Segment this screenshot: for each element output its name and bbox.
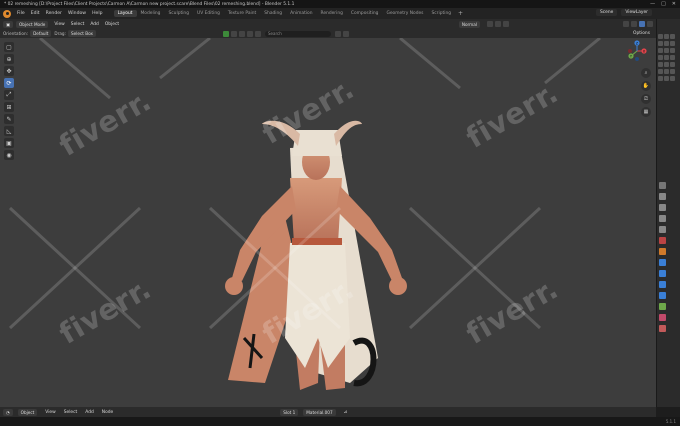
minimize-icon[interactable]: — xyxy=(650,1,655,7)
scene-selector[interactable]: Scene xyxy=(595,9,618,16)
tab-shading[interactable]: Shading xyxy=(260,10,286,17)
menu-window[interactable]: Window xyxy=(65,11,89,16)
search-input[interactable]: Search xyxy=(265,30,332,37)
options-dropdown[interactable]: Options xyxy=(630,30,653,37)
bottom-editor-header: ◔ Object View Select Add Node Slot 1 Mat… xyxy=(0,407,656,417)
view-layer-icon[interactable] xyxy=(659,215,666,222)
pan-hand-icon[interactable]: ✋ xyxy=(641,81,651,91)
viewlayer-selector[interactable]: ViewLayer xyxy=(621,9,652,16)
tab-compositing[interactable]: Compositing xyxy=(347,10,383,17)
close-icon[interactable]: ✕ xyxy=(672,1,676,7)
filter-icons[interactable] xyxy=(223,30,262,37)
world-properties-icon[interactable] xyxy=(659,237,666,244)
tab-texture-paint[interactable]: Texture Paint xyxy=(224,10,260,17)
tab-modeling[interactable]: Modeling xyxy=(137,10,165,17)
physics-properties-icon[interactable] xyxy=(659,281,666,288)
menu-view-bottom[interactable]: View xyxy=(42,409,58,416)
material-dropdown[interactable]: Material.007 xyxy=(303,408,336,416)
orientation-dropdown[interactable]: Default xyxy=(30,30,52,37)
orientation-label: Orientation: xyxy=(3,31,29,36)
snapping-controls[interactable] xyxy=(487,21,509,27)
editor-type-dropdown-bottom[interactable]: ◔ xyxy=(3,408,13,416)
data-properties-icon[interactable] xyxy=(659,303,666,310)
tab-scripting[interactable]: Scripting xyxy=(427,10,455,17)
3d-viewport[interactable]: ▢ ⊕ ✥ ⟳ ⤢ ⊞ ✎ ◺ ▣ ◉ fiverr. fiverr. five… xyxy=(0,38,656,407)
editor-type-dropdown[interactable]: ▣ xyxy=(3,20,13,28)
render-properties-icon[interactable] xyxy=(659,193,666,200)
menu-object[interactable]: Object xyxy=(102,21,122,28)
tab-layout[interactable]: Layout xyxy=(113,10,137,17)
viewport-nav-buttons: ⌕ ✋ ⎚ ▦ xyxy=(641,68,651,117)
tab-animation[interactable]: Animation xyxy=(286,10,316,17)
menu-help[interactable]: Help xyxy=(89,11,105,16)
window-titlebar: * 02 remeshing [D:\Project Files\Client … xyxy=(0,0,680,8)
menu-view[interactable]: View xyxy=(51,21,67,28)
object-type-dropdown[interactable]: Object xyxy=(17,408,38,416)
texture-properties-icon[interactable] xyxy=(659,325,666,332)
object-properties-icon[interactable] xyxy=(659,248,666,255)
viewport-shading-buttons[interactable] xyxy=(623,21,653,27)
perspective-toggle-icon[interactable]: ▦ xyxy=(641,107,651,117)
drag-label: Drag: xyxy=(54,31,66,36)
tab-rendering[interactable]: Rendering xyxy=(316,10,346,17)
menu-node[interactable]: Node xyxy=(99,409,116,416)
menu-file[interactable]: File xyxy=(14,11,28,16)
tool-settings-header: Orientation: Default Drag: Select Box Se… xyxy=(0,29,656,38)
viewport-header: ▣ Object Mode View Select Add Object Nor… xyxy=(0,19,656,29)
material-properties-icon[interactable] xyxy=(659,314,666,321)
visibility-icons[interactable] xyxy=(335,30,350,37)
version-label: 5.1.1 xyxy=(665,419,676,424)
maximize-icon[interactable]: □ xyxy=(661,1,666,7)
particle-properties-icon[interactable] xyxy=(659,270,666,277)
pin-icon[interactable]: ⊿ xyxy=(341,409,351,416)
properties-tabs xyxy=(659,182,666,332)
blender-logo-icon[interactable] xyxy=(3,9,11,18)
navigation-gizmo[interactable]: X Z Y xyxy=(626,40,648,62)
menu-add[interactable]: Add xyxy=(87,21,102,28)
zoom-icon[interactable]: ⌕ xyxy=(641,68,651,78)
tab-geometry-nodes[interactable]: Geometry Nodes xyxy=(382,10,427,17)
modifier-properties-icon[interactable] xyxy=(659,259,666,266)
menu-render[interactable]: Render xyxy=(43,11,65,16)
status-bar: 5.1.1 xyxy=(0,417,680,426)
transform-orientation-dropdown[interactable]: Normal xyxy=(458,20,480,28)
menu-edit[interactable]: Edit xyxy=(28,11,43,16)
top-menubar: File Edit Render Window Help Layout Mode… xyxy=(0,8,680,19)
drag-dropdown[interactable]: Select Box xyxy=(67,30,97,37)
tab-sculpting[interactable]: Sculpting xyxy=(164,10,193,17)
tool-properties-icon[interactable] xyxy=(659,182,666,189)
window-title: * 02 remeshing [D:\Project Files\Client … xyxy=(4,1,295,7)
mode-dropdown[interactable]: Object Mode xyxy=(15,20,49,28)
menu-select-bottom[interactable]: Select xyxy=(61,409,81,416)
menu-select[interactable]: Select xyxy=(68,21,88,28)
scene-selector-area: Scene ViewLayer xyxy=(595,9,652,16)
menu-add-bottom[interactable]: Add xyxy=(82,409,97,416)
add-workspace-icon[interactable]: + xyxy=(455,10,466,17)
camera-view-icon[interactable]: ⎚ xyxy=(641,94,651,104)
scene-properties-icon[interactable] xyxy=(659,226,666,233)
tab-uv-editing[interactable]: UV Editing xyxy=(193,10,224,17)
slot-dropdown[interactable]: Slot 1 xyxy=(280,408,299,416)
output-properties-icon[interactable] xyxy=(659,204,666,211)
constraint-properties-icon[interactable] xyxy=(659,292,666,299)
